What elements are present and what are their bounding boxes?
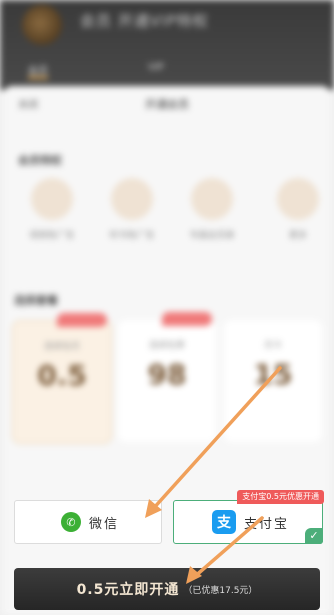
arrow-to-cta [186,516,264,584]
arrow-to-wechat [145,366,282,518]
annotation-arrows [145,366,282,584]
